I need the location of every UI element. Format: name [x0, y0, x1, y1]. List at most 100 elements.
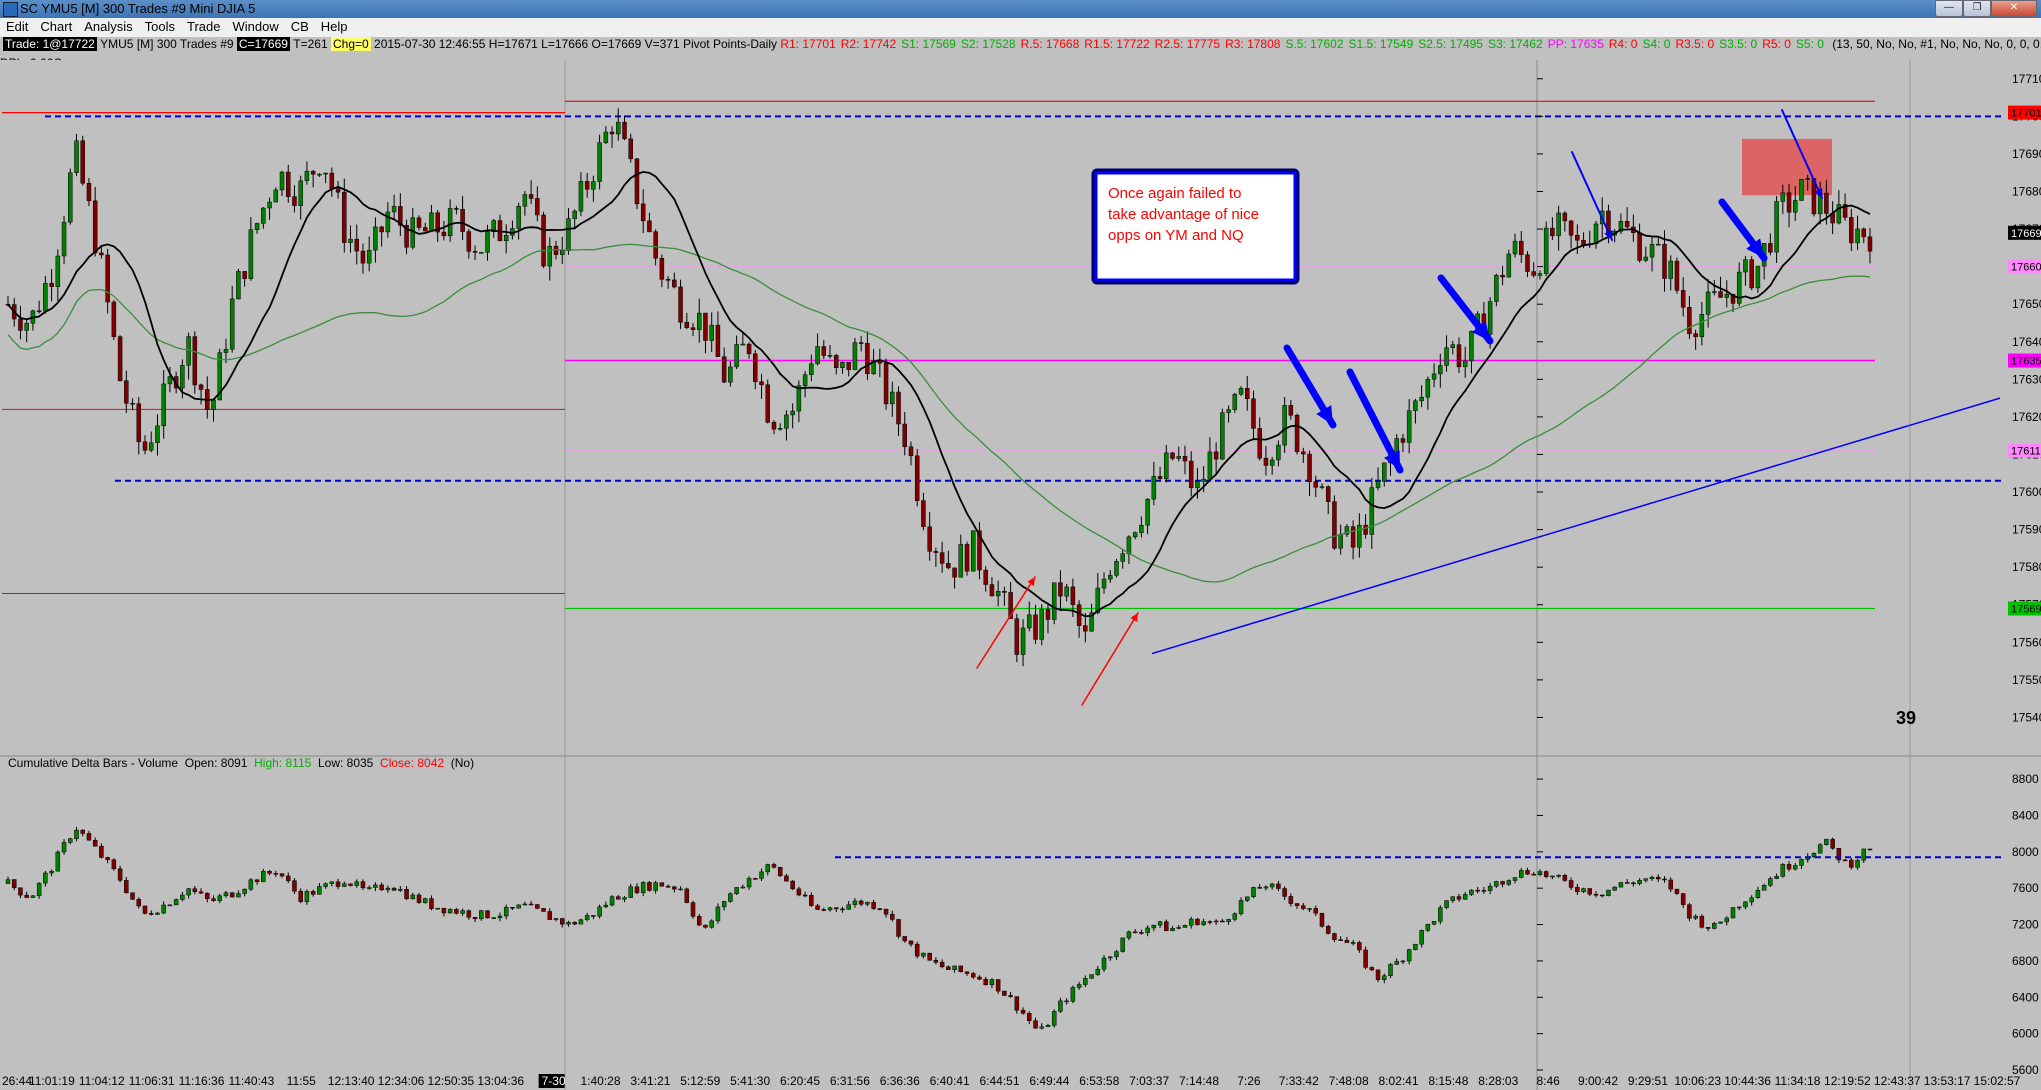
- price-candle[interactable]: [1413, 400, 1418, 411]
- price-candle[interactable]: [285, 171, 291, 197]
- delta-candle[interactable]: [404, 888, 409, 900]
- price-candle[interactable]: [1550, 227, 1555, 237]
- price-candle[interactable]: [1139, 524, 1144, 533]
- delta-candle[interactable]: [360, 881, 366, 889]
- delta-candle[interactable]: [1687, 904, 1692, 919]
- delta-candle[interactable]: [977, 976, 982, 980]
- price-candle[interactable]: [516, 205, 521, 229]
- price-candle[interactable]: [1350, 526, 1356, 548]
- delta-candle[interactable]: [746, 878, 752, 888]
- price-candle[interactable]: [1020, 627, 1026, 655]
- delta-candle[interactable]: [416, 894, 422, 903]
- delta-candle[interactable]: [1861, 848, 1867, 861]
- price-candle[interactable]: [130, 402, 135, 405]
- delta-candle[interactable]: [1120, 937, 1125, 952]
- price-candle[interactable]: [927, 526, 932, 552]
- price-candle[interactable]: [821, 346, 827, 356]
- delta-candle[interactable]: [1599, 894, 1605, 897]
- delta-candle[interactable]: [198, 891, 204, 894]
- price-candle[interactable]: [865, 342, 870, 375]
- price-candle[interactable]: [578, 181, 584, 212]
- price-candle[interactable]: [335, 188, 341, 193]
- price-candle[interactable]: [1712, 291, 1717, 293]
- price-candle[interactable]: [1033, 614, 1038, 640]
- delta-candle[interactable]: [1307, 908, 1312, 910]
- price-candle[interactable]: [690, 327, 696, 330]
- price-candle[interactable]: [653, 231, 658, 259]
- price-candle[interactable]: [198, 384, 204, 390]
- delta-candle[interactable]: [485, 910, 490, 919]
- delta-candle[interactable]: [1033, 1020, 1038, 1029]
- delta-candle[interactable]: [18, 887, 23, 896]
- delta-candle[interactable]: [1020, 1009, 1026, 1014]
- delta-candle[interactable]: [366, 887, 372, 889]
- price-candle[interactable]: [1332, 501, 1337, 549]
- delta-candle[interactable]: [1101, 957, 1107, 970]
- delta-candle[interactable]: [1444, 900, 1449, 908]
- price-candle[interactable]: [815, 346, 820, 365]
- price-candle[interactable]: [535, 198, 540, 216]
- price-candle[interactable]: [1101, 578, 1107, 589]
- price-candle[interactable]: [1027, 614, 1032, 629]
- delta-candle[interactable]: [466, 910, 472, 918]
- delta-candle[interactable]: [1537, 871, 1543, 876]
- delta-candle[interactable]: [715, 906, 721, 922]
- price-candle[interactable]: [846, 362, 851, 370]
- delta-candle[interactable]: [329, 881, 335, 884]
- price-candle[interactable]: [678, 286, 683, 323]
- price-candle[interactable]: [1170, 452, 1175, 459]
- price-candle[interactable]: [236, 271, 241, 300]
- delta-panel-bg[interactable]: [0, 756, 1537, 1070]
- delta-candle[interactable]: [665, 885, 671, 888]
- delta-candle[interactable]: [1357, 942, 1362, 951]
- price-candle[interactable]: [572, 210, 577, 219]
- delta-candle[interactable]: [566, 922, 571, 925]
- delta-candle[interactable]: [267, 871, 272, 874]
- delta-candle[interactable]: [1413, 943, 1418, 950]
- price-candle[interactable]: [634, 158, 640, 205]
- delta-candle[interactable]: [1151, 924, 1157, 929]
- delta-candle[interactable]: [447, 909, 453, 914]
- price-candle[interactable]: [883, 362, 889, 405]
- price-candle[interactable]: [1680, 290, 1686, 308]
- price-candle[interactable]: [1512, 240, 1518, 255]
- delta-candle[interactable]: [242, 888, 247, 894]
- delta-candle[interactable]: [1064, 1000, 1069, 1003]
- delta-candle[interactable]: [591, 915, 596, 917]
- price-candle[interactable]: [827, 355, 833, 357]
- delta-candle[interactable]: [1481, 890, 1487, 892]
- delta-candle[interactable]: [1238, 900, 1244, 914]
- price-candle[interactable]: [310, 170, 316, 175]
- delta-candle[interactable]: [1027, 1013, 1032, 1021]
- price-candle[interactable]: [254, 223, 260, 230]
- price-candle[interactable]: [703, 312, 708, 341]
- delta-candle[interactable]: [790, 880, 795, 890]
- delta-candle[interactable]: [1450, 896, 1456, 901]
- delta-candle[interactable]: [765, 864, 770, 873]
- delta-candle[interactable]: [192, 888, 198, 893]
- price-candle[interactable]: [1705, 291, 1711, 315]
- delta-candle[interactable]: [1755, 890, 1761, 898]
- price-candle[interactable]: [24, 322, 29, 331]
- delta-candle[interactable]: [1245, 896, 1250, 901]
- price-candle[interactable]: [1562, 212, 1568, 222]
- price-candle[interactable]: [740, 343, 746, 346]
- delta-candle[interactable]: [30, 895, 36, 898]
- delta-candle[interactable]: [1768, 878, 1773, 886]
- delta-candle[interactable]: [1668, 879, 1673, 890]
- delta-candle[interactable]: [148, 913, 154, 915]
- price-candle[interactable]: [1319, 486, 1325, 488]
- price-candle[interactable]: [790, 410, 795, 416]
- price-candle[interactable]: [547, 245, 553, 267]
- delta-candle[interactable]: [1207, 921, 1213, 923]
- price-candle[interactable]: [921, 500, 926, 528]
- price-candle[interactable]: [1849, 217, 1854, 244]
- price-candle[interactable]: [946, 563, 951, 569]
- price-candle[interactable]: [36, 310, 42, 313]
- price-candle[interactable]: [1699, 314, 1705, 338]
- price-candle[interactable]: [591, 181, 596, 190]
- price-candle[interactable]: [180, 365, 185, 389]
- price-candle[interactable]: [1051, 582, 1057, 620]
- delta-candle[interactable]: [1456, 896, 1462, 900]
- delta-candle[interactable]: [49, 870, 54, 874]
